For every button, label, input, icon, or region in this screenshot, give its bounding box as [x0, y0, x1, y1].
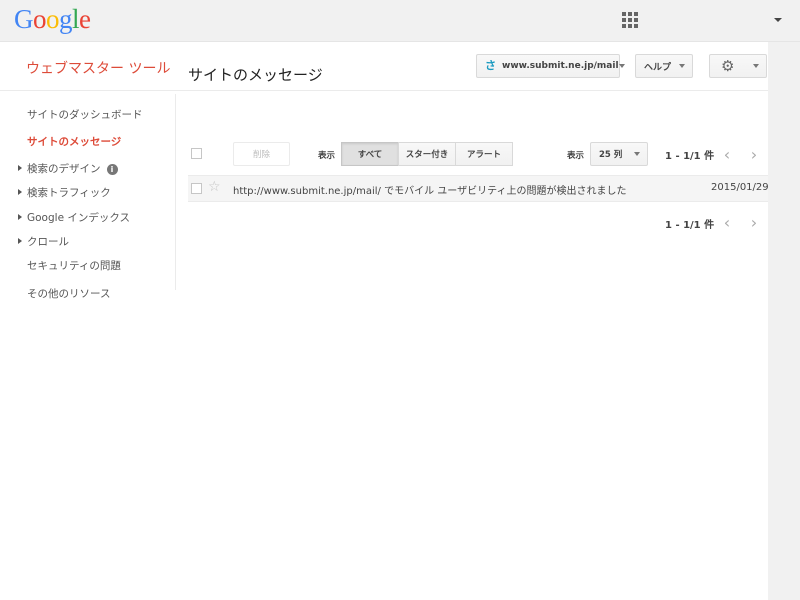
expand-arrow-icon	[18, 165, 22, 171]
chevron-down-icon	[679, 64, 685, 68]
sidebar-item-google-index[interactable]: Google インデックス	[18, 210, 130, 225]
site-favicon-icon: さ	[485, 59, 496, 72]
sidebar-item-label: サイトのメッセージ	[27, 136, 122, 148]
logo-letter: g	[59, 4, 73, 34]
filter-starred-tab[interactable]: スター付き	[398, 142, 456, 166]
sidebar-item-label: 検索のデザイン	[27, 163, 101, 175]
sidebar-item-security-issues[interactable]: セキュリティの問題	[27, 258, 121, 273]
filter-alerts-tab[interactable]: アラート	[455, 142, 513, 166]
sidebar-item-label: Google インデックス	[27, 212, 131, 224]
sidebar-item-messages[interactable]: サイトのメッセージ	[27, 134, 121, 149]
sidebar-item-label: セキュリティの問題	[27, 260, 121, 272]
next-page-icon[interactable]: ›	[742, 210, 766, 234]
help-label: ヘルプ	[644, 62, 672, 73]
sidebar-item-crawl[interactable]: クロール	[18, 234, 69, 249]
expand-arrow-icon	[18, 238, 22, 244]
info-icon[interactable]: i	[106, 164, 118, 175]
per-page-select[interactable]: 25 列	[590, 142, 648, 166]
sidebar-item-dashboard[interactable]: サイトのダッシュボード	[27, 107, 143, 122]
chevron-down-icon	[634, 152, 640, 156]
filter-label: 表示	[318, 151, 336, 161]
settings-button[interactable]: ⚙	[709, 54, 767, 78]
sidebar-item-label: 検索トラフィック	[27, 187, 111, 199]
site-selector-label: www.submit.ne.jp/mail	[502, 61, 619, 71]
filter-all-tab[interactable]: すべて	[341, 142, 399, 166]
filter-alerts-label: アラート	[466, 150, 501, 160]
logo-letter: G	[14, 4, 34, 34]
next-page-icon[interactable]: ›	[742, 142, 766, 166]
expand-arrow-icon	[18, 189, 22, 195]
sidebar-item-label: クロール	[27, 236, 69, 248]
gear-icon: ⚙	[721, 57, 735, 75]
delete-button: 削除	[233, 142, 290, 166]
main-page: ウェブマスター ツール さ www.submit.ne.jp/mail ヘルプ …	[0, 42, 768, 600]
bottom-pagination-text: 1 - 1/1 件	[665, 220, 715, 231]
logo-letter: l	[72, 4, 80, 34]
google-bar: Google	[0, 0, 800, 42]
sidebar: サイトのダッシュボード サイトのメッセージ 検索のデザイン i 検索トラフィック …	[0, 94, 176, 300]
apps-grid-icon[interactable]	[622, 12, 638, 28]
filter-all-label: すべて	[357, 150, 383, 160]
site-selector-button[interactable]: さ www.submit.ne.jp/mail	[476, 54, 625, 78]
chevron-down-icon	[753, 64, 759, 68]
expand-arrow-icon	[18, 214, 22, 220]
select-all-checkbox[interactable]	[191, 148, 202, 159]
sidebar-item-label: サイトのダッシュボード	[27, 109, 143, 121]
delete-label: 削除	[252, 150, 270, 160]
help-button[interactable]: ヘルプ	[635, 54, 693, 78]
chevron-down-icon	[618, 64, 625, 68]
sidebar-item-label: その他のリソース	[27, 288, 111, 300]
sidebar-item-other-resources[interactable]: その他のリソース	[27, 286, 110, 301]
prev-page-icon[interactable]: ‹	[715, 142, 739, 166]
message-subject[interactable]: http://www.submit.ne.jp/mail/ でモバイル ユーザビ…	[233, 182, 626, 197]
logo-letter: e	[79, 4, 91, 34]
header-divider	[0, 90, 768, 91]
page-title: サイトのメッセージ	[188, 66, 323, 84]
pagination-text: 1 - 1/1 件	[665, 151, 715, 162]
account-menu-icon[interactable]	[770, 12, 786, 28]
prev-page-icon[interactable]: ‹	[715, 210, 739, 234]
filter-starred-label: スター付き	[405, 150, 449, 160]
sidebar-item-search-appearance[interactable]: 検索のデザイン i	[18, 161, 118, 176]
google-logo[interactable]: Google	[14, 4, 91, 35]
message-checkbox[interactable]	[191, 183, 202, 194]
per-page-value: 25 列	[599, 150, 623, 160]
sidebar-item-search-traffic[interactable]: 検索トラフィック	[18, 185, 111, 200]
logo-letter: o	[46, 4, 60, 34]
per-page-label: 表示	[567, 151, 585, 161]
message-date: 2015/01/29	[711, 182, 769, 193]
logo-letter: o	[33, 4, 47, 34]
right-margin	[768, 42, 800, 600]
app-title[interactable]: ウェブマスター ツール	[26, 58, 170, 78]
star-icon[interactable]: ☆	[208, 179, 221, 195]
